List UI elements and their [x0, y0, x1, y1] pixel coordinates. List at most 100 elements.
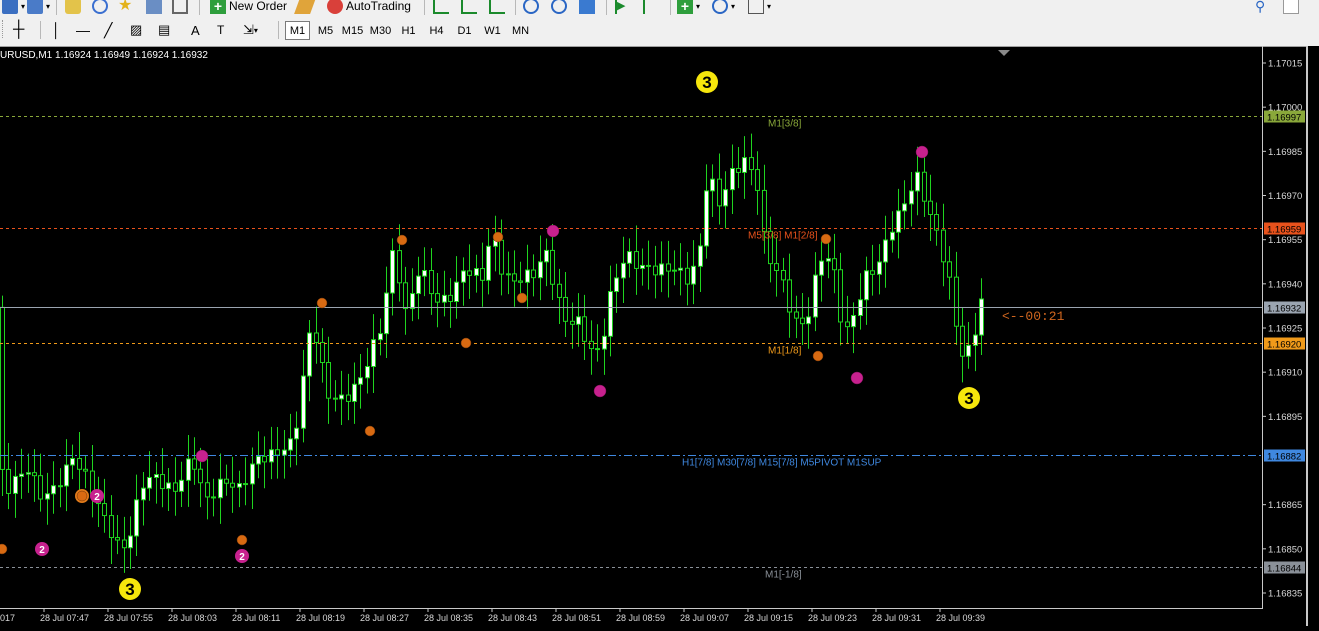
search-icon[interactable]: ⚲ [1255, 0, 1274, 16]
candle-body [557, 283, 562, 298]
timeframe-h1-button[interactable]: H1 [396, 21, 421, 40]
timeframe-w1-button[interactable]: W1 [480, 21, 505, 40]
wave-marker-2-label: 2 [39, 545, 45, 556]
candle-body [339, 394, 344, 400]
candle-body [262, 455, 267, 463]
price-tick-label: 1.16985 [1268, 147, 1302, 158]
candle-body [774, 263, 779, 271]
candle-body [851, 315, 856, 328]
candle-body [794, 311, 799, 319]
crosshair-icon[interactable]: ┼ [13, 20, 24, 40]
separator [199, 0, 200, 15]
candle-body [422, 270, 427, 277]
chart-shift-icon[interactable]: ▶ [615, 0, 634, 16]
text-label-icon[interactable]: T [217, 20, 224, 40]
tester-icon[interactable] [172, 0, 191, 16]
candle-body [358, 377, 363, 385]
candle-body [954, 276, 959, 327]
candle-body [563, 296, 568, 322]
vertical-line-icon[interactable]: │ [52, 20, 61, 40]
timeframe-m5-button[interactable]: M5 [313, 21, 338, 40]
candle-body [275, 449, 280, 456]
trendline-icon[interactable]: ╱ [104, 20, 112, 40]
swing-dot-orange [316, 297, 328, 309]
toolbar-grip [2, 20, 9, 38]
market-watch-icon[interactable] [65, 0, 84, 16]
channel-icon[interactable]: ▨ [130, 20, 142, 40]
indicators-dropdown-icon[interactable]: + ▾ [677, 0, 700, 16]
price-tag-label: 1.16920 [1267, 340, 1301, 351]
fibonacci-icon[interactable]: ▤ [158, 20, 170, 40]
chart-shift-marker [998, 50, 1010, 56]
horizontal-line-icon[interactable]: — [76, 20, 90, 40]
time-tick-label: 28 Jul 08:43 [488, 613, 537, 623]
candle-body [6, 468, 11, 494]
candle-body [922, 171, 927, 202]
time-tick-label: 28 Jul 09:39 [936, 613, 985, 623]
candle-body [435, 293, 440, 303]
candle-body [819, 260, 824, 276]
price-tick-label: 1.16925 [1268, 324, 1302, 335]
profiles-dropdown-icon[interactable]: ▾ [27, 0, 50, 16]
swing-dot-orange [364, 425, 376, 437]
candle-body [64, 464, 69, 487]
candle-body [838, 269, 843, 323]
tile-windows-icon[interactable] [579, 0, 598, 16]
candle-body [602, 335, 607, 350]
auto-scroll-icon[interactable] [643, 0, 662, 16]
navigator-star-icon[interactable]: ★ [118, 0, 137, 16]
candle-body [749, 157, 754, 171]
separator [278, 21, 279, 39]
periods-clock-icon[interactable]: ▾ [712, 0, 735, 16]
candle-body [544, 249, 549, 263]
candlestick-icon[interactable] [461, 0, 480, 16]
candle-body [678, 267, 683, 271]
candle-body [58, 485, 63, 488]
autotrading-button[interactable]: AutoTrading [327, 0, 411, 16]
new-order-button[interactable]: + New Order [210, 0, 287, 16]
candle-body [538, 261, 543, 279]
community-icon[interactable] [1283, 0, 1302, 16]
candle-body [134, 499, 139, 537]
zoom-in-icon[interactable] [523, 0, 542, 16]
candle-body [806, 316, 811, 325]
chart-info-line: URUSD,M1 1.16924 1.16949 1.16924 1.16932 [0, 50, 208, 61]
terminal-icon[interactable] [146, 0, 165, 16]
separator [424, 0, 425, 15]
price-tick-label: 1.16940 [1268, 279, 1302, 290]
new-order-icon: + [210, 0, 226, 14]
chart-area[interactable]: M1[3/8] 1.16997 M5[3/8] M1[2/8] 1.16959 1.16… [0, 46, 1306, 626]
timeframe-mn-button[interactable]: MN [508, 21, 533, 40]
data-window-icon[interactable] [92, 0, 111, 16]
open-dropdown-icon[interactable]: ▾ [2, 0, 25, 16]
timeframe-h4-button[interactable]: H4 [424, 21, 449, 40]
price-tick-label: 1.16970 [1268, 191, 1302, 202]
arrows-dropdown-icon[interactable]: ⇲ ▾ [243, 20, 258, 40]
zoom-out-icon[interactable] [551, 0, 570, 16]
price-chart[interactable]: M1[3/8]1.16997M5[3/8] M1[2/8]1.169591.16… [0, 46, 1306, 626]
metaeditor-icon[interactable] [294, 0, 316, 16]
wave-marker-3-label: 3 [702, 73, 711, 92]
timeframe-m15-button[interactable]: M15 [340, 21, 365, 40]
bar-chart-icon[interactable] [433, 0, 452, 16]
new-order-label: New Order [229, 0, 288, 13]
time-tick-label: 28 Jul 08:59 [616, 613, 665, 623]
swing-dot-orange [492, 231, 504, 243]
timeframe-m30-button[interactable]: M30 [368, 21, 393, 40]
candle-body [518, 280, 523, 283]
line-chart-icon[interactable] [489, 0, 508, 16]
candle-body [666, 263, 671, 272]
swing-dot-orange [820, 233, 832, 245]
candle-body [915, 171, 920, 192]
swing-dot-magenta [195, 449, 209, 463]
templates-dropdown-icon[interactable]: ▾ [748, 0, 771, 16]
timeframe-d1-button[interactable]: D1 [452, 21, 477, 40]
candle-body [211, 496, 216, 499]
timeframe-m1-button[interactable]: M1 [285, 21, 310, 40]
candle-body [384, 292, 389, 335]
text-icon[interactable]: A [191, 20, 200, 40]
candle-body [32, 472, 37, 477]
candle-body [390, 250, 395, 294]
time-tick-label: 28 Jul 08:11 [232, 613, 280, 623]
candle-body [326, 362, 331, 399]
